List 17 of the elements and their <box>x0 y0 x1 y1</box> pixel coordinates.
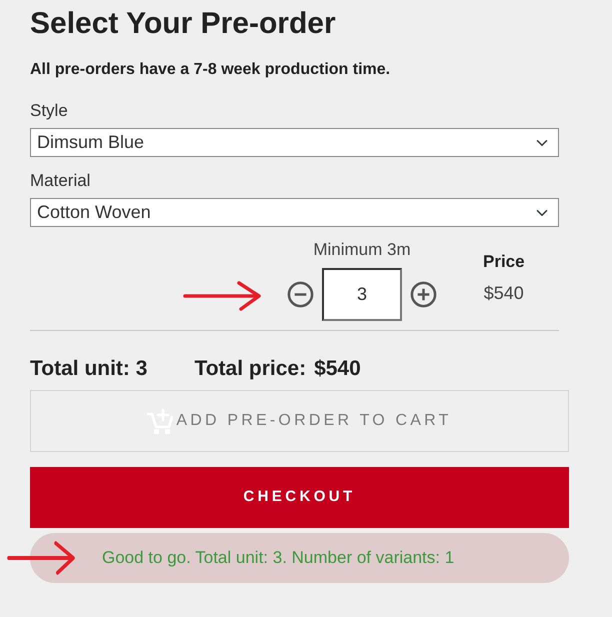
field-label: Style <box>30 101 68 121</box>
checkout-button[interactable]: CHECKOUT <box>30 467 569 528</box>
field-label: Material <box>30 171 90 191</box>
price-value: $540 <box>483 283 525 303</box>
plus-circle-icon[interactable] <box>410 281 437 308</box>
minimum-caption: Minimum 3m <box>312 240 412 260</box>
total-price-label: Total price: <box>194 356 306 382</box>
option-select[interactable]: Dimsum Blue <box>30 128 559 157</box>
status-message: Good to go. Total unit: 3. Number of variants: 1 <box>30 533 569 583</box>
production-notice: All pre-orders have a 7-8 week production time. <box>30 60 392 80</box>
total-unit-text: Total unit: 3 <box>30 356 148 382</box>
minus-circle-icon[interactable] <box>287 281 314 308</box>
total-price-value: $540 <box>314 356 361 382</box>
page-heading: Select Your Pre-order <box>30 7 337 41</box>
price-label: Price <box>483 252 525 272</box>
quantity-field[interactable]: 3 <box>322 268 402 321</box>
option-select[interactable]: Cotton Woven <box>30 198 559 227</box>
